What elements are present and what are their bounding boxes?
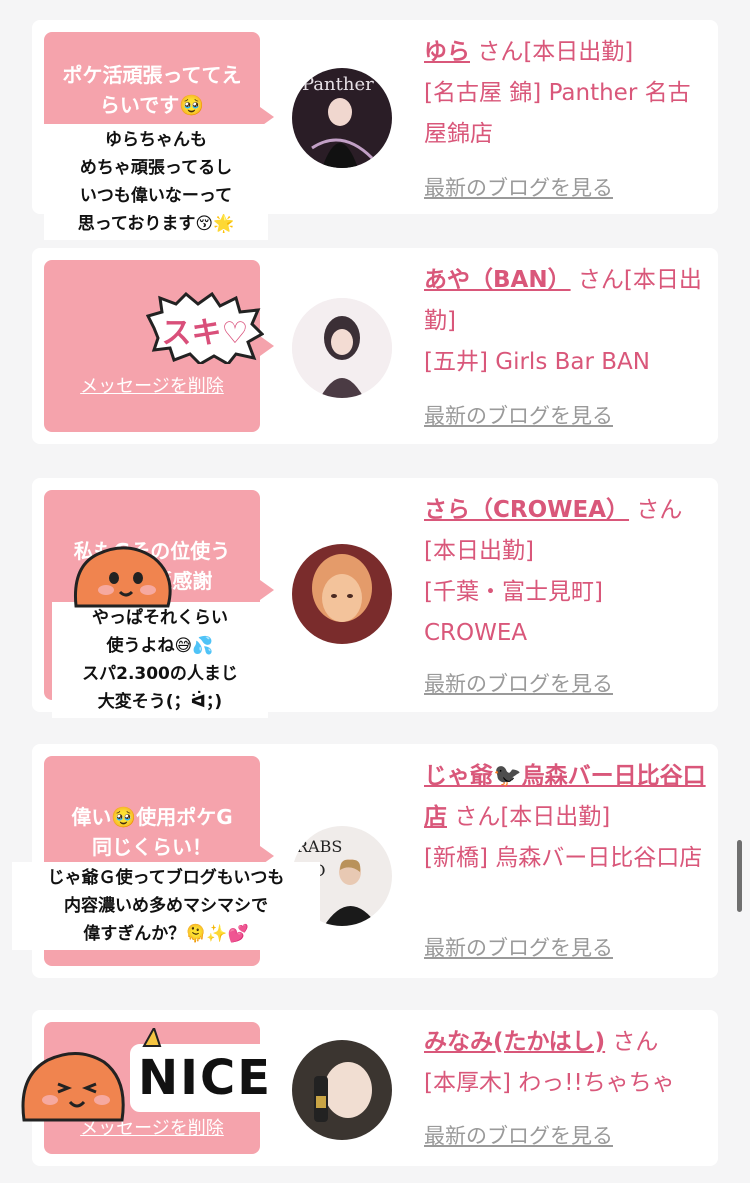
scrollbar[interactable] bbox=[737, 840, 742, 912]
status-text: [本日出勤] bbox=[500, 804, 611, 830]
status-text: [本日出勤] bbox=[523, 39, 634, 65]
suki-sticker: スキ♡ bbox=[146, 292, 264, 364]
cast-info: ゆら さん[本日出勤] [名古屋 錦] Panther 名古屋錦店 bbox=[424, 32, 706, 155]
bubble-text: 偉い🥹使用ポケG同じくらい！ bbox=[71, 805, 233, 859]
location-text: [名古屋 錦] Panther 名古屋錦店 bbox=[424, 80, 691, 147]
location-text: [本厚木] わっ!!ちゃちゃ bbox=[424, 1070, 675, 1096]
svg-text:RABS: RABS bbox=[296, 837, 342, 856]
latest-blog-link[interactable]: 最新のブログを見る bbox=[424, 932, 613, 962]
svg-text:Panther: Panther bbox=[302, 74, 374, 95]
bubble-tail bbox=[260, 846, 274, 866]
status-text: [本日出勤] bbox=[424, 538, 534, 564]
avatar-image bbox=[292, 298, 392, 398]
mascot-sticker-icon bbox=[21, 1052, 125, 1122]
cast-info: じゃ爺🐦‍⬛烏森バー日比谷口店 さん[本日出勤] [新橋] 烏森バー日比谷口店 bbox=[424, 756, 706, 879]
mascot-sticker-icon bbox=[73, 546, 172, 608]
nice-sticker: NICE bbox=[126, 1028, 276, 1114]
text-sticker: やっぱそれくらい 使うよね😅💦 スパ2.300の人まじ 大変そう(；ᐛ；) bbox=[54, 604, 266, 716]
suki-text: スキ♡ bbox=[161, 316, 249, 351]
avatar-image bbox=[292, 1040, 392, 1140]
location-text: [千葉・富士見町] CROWEA bbox=[424, 579, 603, 646]
cast-info: あや（BAN） さん[本日出勤] [五井] Girls Bar BAN bbox=[424, 260, 706, 383]
cast-info: みなみ(たかはし) さん [本厚木] わっ!!ちゃちゃ bbox=[424, 1022, 706, 1104]
honorific: さん bbox=[477, 39, 524, 65]
message-card: ポケ活頑張っててえらいです🥹 ゆらちゃんも めちゃ頑張ってるし いつも偉いなーっ… bbox=[32, 20, 718, 238]
avatar[interactable]: Panther bbox=[292, 68, 392, 168]
text-sticker: ゆらちゃんも めちゃ頑張ってるし いつも偉いなーって 思っております😚🌟 bbox=[46, 126, 266, 238]
message-card: 偉い🥹使用ポケG同じくらい！ じゃ爺Ｇ使ってブログもいつも 内容濃いめ多めマシマ… bbox=[14, 744, 718, 978]
avatar[interactable] bbox=[292, 544, 392, 644]
cast-name-link[interactable]: みなみ(たかはし) bbox=[424, 1029, 605, 1055]
honorific: さん bbox=[577, 267, 624, 293]
cast-name-link[interactable]: あや（BAN） bbox=[424, 267, 571, 293]
latest-blog-link[interactable]: 最新のブログを見る bbox=[424, 668, 613, 698]
avatar[interactable] bbox=[292, 298, 392, 398]
nice-text: NICE bbox=[138, 1050, 273, 1106]
avatar[interactable] bbox=[292, 1040, 392, 1140]
delete-message-link[interactable]: メッセージを削除 bbox=[44, 372, 260, 398]
cast-name-link[interactable]: ゆら bbox=[424, 39, 470, 65]
location-text: [五井] Girls Bar BAN bbox=[424, 349, 650, 375]
bubble-tail bbox=[260, 107, 274, 127]
latest-blog-link[interactable]: 最新のブログを見る bbox=[424, 172, 613, 202]
location-text: [新橋] 烏森バー日比谷口店 bbox=[424, 845, 703, 871]
text-sticker: じゃ爺Ｇ使ってブログもいつも 内容濃いめ多めマシマシで 偉すぎんか？🫠✨💕 bbox=[14, 864, 318, 948]
avatar-image bbox=[292, 544, 392, 644]
bubble-text: ポケ活頑張っててえらいです🥹 bbox=[62, 63, 242, 117]
honorific: さん bbox=[636, 497, 683, 523]
cast-name-link[interactable]: さら（CROWEA） bbox=[424, 497, 629, 523]
cast-info: さら（CROWEA） さん [本日出勤] [千葉・富士見町] CROWEA bbox=[424, 490, 706, 654]
latest-blog-link[interactable]: 最新のブログを見る bbox=[424, 400, 613, 430]
message-card: メッセージを削除 NICE みなみ(たかはし) さん [本厚木] わっ!!ちゃち… bbox=[21, 1010, 718, 1166]
bubble-tail bbox=[260, 580, 274, 600]
honorific: さん bbox=[454, 804, 501, 830]
honorific: さん bbox=[612, 1029, 659, 1055]
message-card: メッセージを削除 スキ♡ あや（BAN） さん[本日出勤] [五井] Girls… bbox=[32, 248, 718, 608]
avatar-image: Panther bbox=[292, 68, 392, 168]
latest-blog-link[interactable]: 最新のブログを見る bbox=[424, 1120, 613, 1150]
